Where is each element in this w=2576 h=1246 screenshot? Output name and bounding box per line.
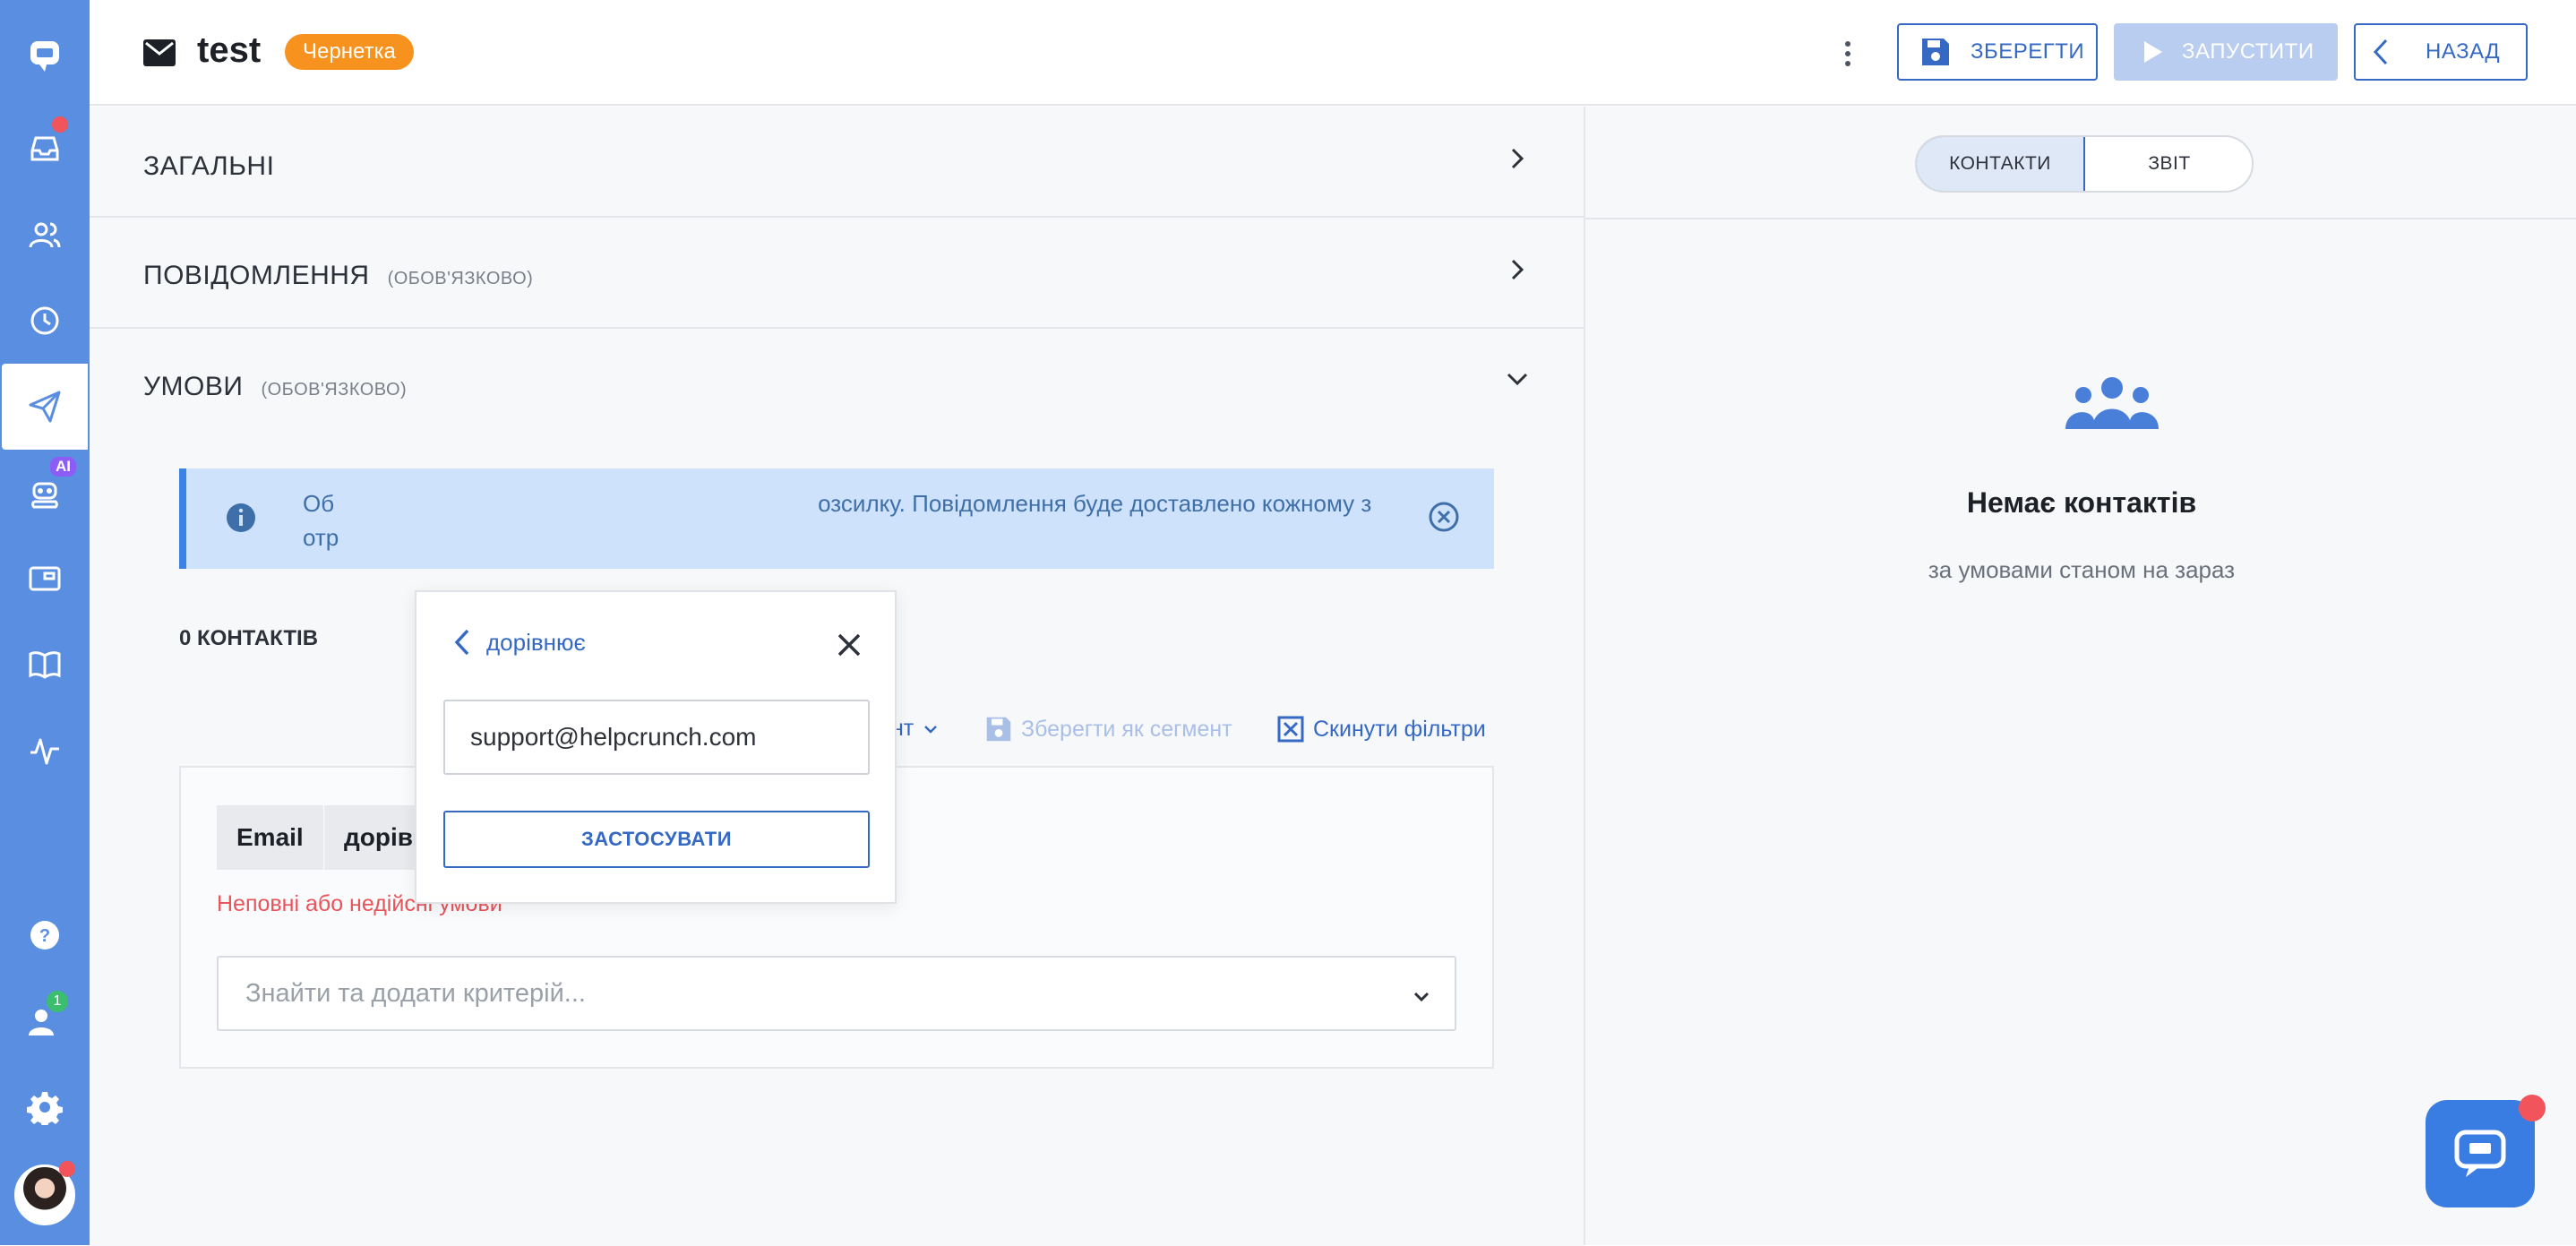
settings-icon[interactable] xyxy=(0,1064,90,1150)
required-hint: (ОБОВ'ЯЗКОВО) xyxy=(387,269,534,288)
info-banner: Об озсилку. Повідомлення буде доставлено … xyxy=(179,468,1494,569)
popover-back-button[interactable]: дорівнює xyxy=(454,628,586,657)
widget-icon[interactable] xyxy=(0,536,90,622)
chevron-down-icon xyxy=(924,725,938,734)
section-conditions[interactable]: УМОВИ (ОБОВ'ЯЗКОВО) xyxy=(90,329,1584,440)
empty-state-title: Немає контактів xyxy=(1966,486,2197,519)
notification-dot xyxy=(2519,1095,2546,1121)
required-hint: (ОБОВ'ЯЗКОВО) xyxy=(261,380,408,400)
campaigns-icon[interactable] xyxy=(2,364,88,450)
page-title: test xyxy=(197,30,262,70)
status-badge: Чернетка xyxy=(285,34,414,70)
history-icon[interactable] xyxy=(0,278,90,364)
notification-dot xyxy=(52,116,68,133)
more-menu-icon[interactable] xyxy=(1834,36,1861,72)
section-message[interactable]: ПОВІДОМЛЕННЯ (ОБОВ'ЯЗКОВО) xyxy=(90,218,1584,329)
filter-value-input[interactable] xyxy=(443,700,870,775)
save-segment-button[interactable]: Зберегти як сегмент xyxy=(985,716,1232,743)
apply-button[interactable]: ЗАСТОСУВАТИ xyxy=(443,811,870,868)
run-button-label: ЗАПУСТИТИ xyxy=(2182,39,2314,64)
chevron-left-icon xyxy=(454,629,469,656)
team-icon[interactable]: 1 xyxy=(0,978,90,1064)
close-circle-icon[interactable] xyxy=(1428,501,1460,533)
save-button-label: ЗБЕРЕГТИ xyxy=(1971,39,2085,64)
section-conditions-label: УМОВИ (ОБОВ'ЯЗКОВО) xyxy=(143,372,408,401)
save-icon xyxy=(1922,39,1949,65)
chevron-left-icon xyxy=(2374,39,2388,65)
filter-field-chip[interactable]: Email xyxy=(217,805,323,870)
campaign-editor: ЗАГАЛЬНІ ПОВІДОМЛЕННЯ (ОБОВ'ЯЗКОВО) УМОВИ… xyxy=(90,107,1584,1246)
chat-logo-icon[interactable] xyxy=(0,13,90,99)
mail-icon xyxy=(143,39,176,66)
chevron-right-icon xyxy=(1511,148,1524,169)
reset-filters-label: Скинути фільтри xyxy=(1313,716,1486,742)
preview-panel: КОНТАКТИ ЗВІТ Немає контактів за умовами… xyxy=(1584,107,2576,1245)
sidebar: AI ? 1 xyxy=(0,0,90,1245)
contacts-count: 0 КОНТАКТІВ xyxy=(179,626,319,650)
chevron-down-icon xyxy=(1507,373,1528,386)
inbox-icon[interactable] xyxy=(0,106,90,192)
tab-contacts[interactable]: КОНТАКТИ xyxy=(1917,137,2085,191)
header: test Чернетка ЗБЕРЕГТИ ЗАПУСТИТИ НАЗАД xyxy=(90,0,2576,106)
reset-filters-button[interactable]: Скинути фільтри xyxy=(1277,716,1486,743)
filter-value-popover: дорівнює ЗАСТОСУВАТИ xyxy=(415,590,897,904)
tab-report[interactable]: ЗВІТ xyxy=(2085,137,2252,191)
knowledge-base-icon[interactable] xyxy=(0,622,90,708)
chat-bubble-icon xyxy=(2454,1130,2506,1177)
back-button-label: НАЗАД xyxy=(2426,39,2501,64)
people-group-icon xyxy=(2065,377,2159,429)
close-icon[interactable] xyxy=(836,632,863,658)
contacts-icon[interactable] xyxy=(0,192,90,278)
clear-filter-icon xyxy=(1277,716,1304,743)
team-badge: 1 xyxy=(47,991,68,1012)
popover-operator-label: дорівнює xyxy=(486,628,586,656)
preview-tabs-bar: КОНТАКТИ ЗВІТ xyxy=(1585,107,2576,219)
section-general-label: ЗАГАЛЬНІ xyxy=(143,151,275,181)
svg-text:?: ? xyxy=(39,926,50,946)
save-segment-label: Зберегти як сегмент xyxy=(1021,716,1232,742)
ai-bot-icon[interactable]: AI xyxy=(0,450,90,536)
play-icon xyxy=(2144,41,2162,63)
avatar-status-dot xyxy=(59,1161,75,1177)
save-icon xyxy=(986,717,1011,742)
save-button[interactable]: ЗБЕРЕГТИ xyxy=(1897,23,2098,81)
section-general[interactable]: ЗАГАЛЬНІ xyxy=(90,107,1584,218)
chat-widget-button[interactable] xyxy=(2426,1095,2546,1207)
activity-icon[interactable] xyxy=(0,708,90,794)
empty-state-subtitle: за умовами станом на зараз xyxy=(1928,556,2236,583)
criteria-search-placeholder: Знайти та додати критерій... xyxy=(245,979,586,1008)
back-button[interactable]: НАЗАД xyxy=(2354,23,2528,81)
info-icon xyxy=(227,503,255,532)
chevron-right-icon xyxy=(1511,259,1524,280)
run-button[interactable]: ЗАПУСТИТИ xyxy=(2114,23,2338,81)
preview-tabs: КОНТАКТИ ЗВІТ xyxy=(1915,135,2254,193)
chevron-down-icon xyxy=(1413,992,1430,1002)
criteria-search[interactable]: Знайти та додати критерій... xyxy=(217,956,1456,1031)
info-banner-text: Об озсилку. Повідомлення буде доставлено … xyxy=(303,490,1372,551)
section-message-label: ПОВІДОМЛЕННЯ (ОБОВ'ЯЗКОВО) xyxy=(143,261,534,290)
help-icon[interactable]: ? xyxy=(0,892,90,978)
ai-badge: AI xyxy=(50,457,76,477)
